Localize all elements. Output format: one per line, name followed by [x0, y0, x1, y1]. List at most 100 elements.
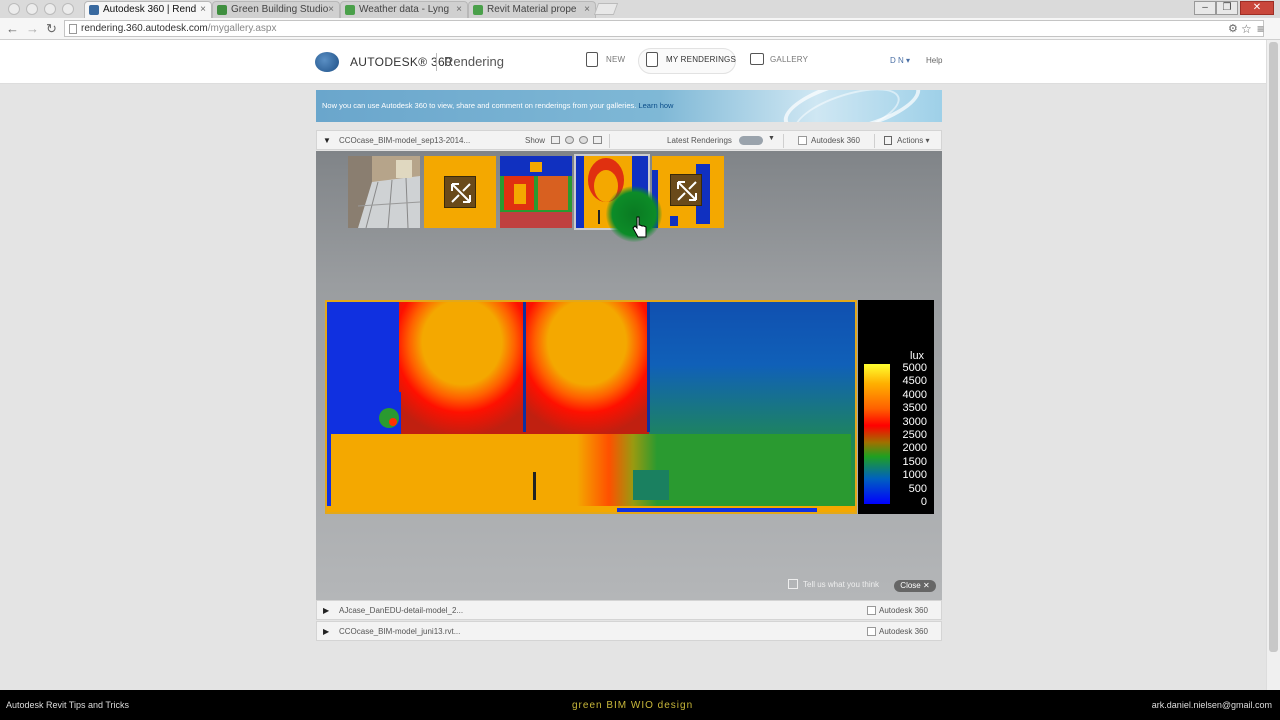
- project-row-collapsed[interactable]: ▶ CCOcase_BIM-model_juni13.rvt... Autode…: [316, 621, 942, 641]
- minimize-button[interactable]: –: [1194, 1, 1216, 15]
- legend-label: 1000: [902, 469, 927, 482]
- legend-label: 0: [920, 496, 927, 508]
- reload-icon[interactable]: ↻: [46, 21, 57, 37]
- show-label: Show: [525, 136, 546, 145]
- tab-weather-data[interactable]: Weather data - Lyng ×: [340, 1, 468, 18]
- legend-label: 5000: [902, 362, 927, 374]
- legend-label: 1500: [902, 455, 927, 468]
- tab-green-building-studio[interactable]: Green Building Studio ×: [212, 1, 340, 18]
- page-scrollbar[interactable]: [1266, 40, 1280, 690]
- video-footer: Autodesk Revit Tips and Tricks green BIM…: [0, 690, 1280, 720]
- tab-close-icon[interactable]: ×: [328, 2, 334, 17]
- gallery-image-icon: [750, 53, 764, 65]
- lux-legend: lux 5000 4500 4000 3500 3000 2500 2000 1…: [858, 300, 934, 514]
- autodesk-favicon-icon: [89, 5, 99, 15]
- rendering-thumbnail[interactable]: [424, 156, 496, 228]
- panorama-view-icon[interactable]: [593, 136, 602, 144]
- tab-autodesk-360[interactable]: Autodesk 360 | Rend ×: [84, 1, 212, 18]
- tab-revit-material[interactable]: Revit Material prope ×: [468, 1, 596, 18]
- back-arrow-icon[interactable]: ←: [6, 21, 19, 37]
- collapse-triangle-icon[interactable]: ▼: [323, 136, 331, 145]
- project-row-collapsed[interactable]: ▶ AJcase_DanEDU-detail-model_2... Autode…: [316, 600, 942, 620]
- project-title[interactable]: AJcase_DanEDU-detail-model_2...: [339, 606, 463, 615]
- rendering-thumbnail[interactable]: [348, 156, 420, 228]
- footer-logo-text: green BIM WIO design: [572, 700, 694, 711]
- tab-label: Autodesk 360 | Rend: [103, 4, 197, 15]
- legend-label: 2500: [902, 429, 927, 441]
- sort-dropdown[interactable]: Latest Renderings: [667, 136, 732, 145]
- tab-label: Green Building Studio: [231, 4, 329, 15]
- legend-label: 4500: [902, 375, 927, 388]
- banner-message: Now you can use Autodesk 360 to view, sh…: [322, 101, 637, 110]
- forward-arrow-icon[interactable]: →: [26, 21, 39, 37]
- illuminance-rendering: [327, 302, 855, 512]
- legend-label: 3500: [902, 402, 927, 415]
- autodesk-360-checkbox[interactable]: [798, 136, 807, 145]
- rendering-thumbnail[interactable]: [652, 156, 724, 228]
- image-view-icon[interactable]: [551, 136, 560, 144]
- page-icon: [69, 24, 77, 34]
- url-host: rendering.360.autodesk.com: [81, 23, 208, 34]
- legend-unit: lux: [910, 350, 925, 362]
- processing-icon: [444, 176, 476, 208]
- expand-triangle-icon[interactable]: ▶: [323, 606, 329, 615]
- maximize-button[interactable]: ❐: [1216, 1, 1238, 15]
- info-banner: Now you can use Autodesk 360 to view, sh…: [316, 90, 942, 122]
- bookmark-star-icon[interactable]: ☆: [1241, 21, 1252, 37]
- actions-document-icon: [884, 136, 892, 145]
- divider: [783, 134, 784, 148]
- illuminance-thumbnail: [500, 156, 572, 228]
- gbs-favicon-icon: [217, 5, 227, 15]
- rendering-viewer[interactable]: [325, 300, 857, 514]
- learn-how-link[interactable]: Learn how: [638, 101, 673, 110]
- tab-close-icon[interactable]: ×: [584, 2, 590, 17]
- expand-triangle-icon[interactable]: ▶: [323, 627, 329, 636]
- nav-my-renderings[interactable]: MY RENDERINGS: [666, 55, 736, 64]
- feedback-link[interactable]: Tell us what you think: [803, 580, 879, 589]
- nav-new[interactable]: NEW: [606, 55, 625, 64]
- project-title[interactable]: CCOcase_BIM-model_sep13-2014...: [339, 136, 470, 145]
- app-header: AUTODESK® 360 Rendering NEW MY RENDERING…: [0, 40, 1280, 84]
- autodesk-360-checkbox[interactable]: [867, 606, 876, 615]
- autodesk-360-label: Autodesk 360: [811, 136, 860, 145]
- nav-gallery[interactable]: GALLERY: [770, 55, 808, 64]
- project-title[interactable]: CCOcase_BIM-model_juni13.rvt...: [339, 627, 460, 636]
- processing-icon: [670, 174, 702, 206]
- scrollbar-thumb[interactable]: [1269, 42, 1278, 652]
- legend-label: 4000: [902, 388, 927, 401]
- tab-close-icon[interactable]: ×: [200, 2, 206, 17]
- feedback-pencil-icon[interactable]: [788, 579, 798, 589]
- window-dot-icon: [8, 3, 20, 15]
- user-menu[interactable]: D N ▾: [890, 56, 910, 65]
- count-badge: [739, 136, 763, 145]
- site-settings-icon[interactable]: ⚙: [1228, 21, 1238, 37]
- window-dot-icon: [26, 3, 38, 15]
- divider: [436, 53, 437, 71]
- close-viewer-button[interactable]: Close ✕: [894, 580, 936, 592]
- autodesk-360-label: Autodesk 360: [879, 606, 928, 615]
- close-window-button[interactable]: ✕: [1240, 1, 1274, 15]
- link-view-icon[interactable]: [565, 136, 574, 144]
- url-input[interactable]: rendering.360.autodesk.com/mygallery.asp…: [64, 20, 1264, 37]
- address-bar-row: ← → ↻ rendering.360.autodesk.com/mygalle…: [0, 18, 1280, 40]
- autodesk-logo-icon[interactable]: [315, 52, 339, 72]
- menu-icon[interactable]: ≡: [1257, 21, 1264, 37]
- help-link[interactable]: Help: [926, 56, 942, 65]
- interior-photo-thumbnail: [348, 156, 420, 228]
- footer-left-text: Autodesk Revit Tips and Tricks: [6, 700, 130, 710]
- actions-menu[interactable]: Actions ▾: [897, 136, 929, 145]
- autodesk-360-checkbox[interactable]: [867, 627, 876, 636]
- window-dot-icon: [62, 3, 74, 15]
- tab-close-icon[interactable]: ×: [456, 2, 462, 17]
- chevron-down-icon[interactable]: ▼: [768, 135, 775, 142]
- divider: [874, 134, 875, 148]
- divider: [609, 134, 610, 148]
- new-tab-button[interactable]: [593, 3, 619, 15]
- project-row-expanded[interactable]: ▼ CCOcase_BIM-model_sep13-2014... Show L…: [316, 130, 942, 150]
- tab-label: Revit Material prope: [487, 4, 577, 15]
- rendering-thumbnail[interactable]: [500, 156, 572, 228]
- tab-label: Weather data - Lyng: [359, 4, 450, 15]
- circle-view-icon[interactable]: [579, 136, 588, 144]
- footer-email: ark.daniel.nielsen@gmail.com: [1151, 700, 1272, 710]
- window-dot-icon: [44, 3, 56, 15]
